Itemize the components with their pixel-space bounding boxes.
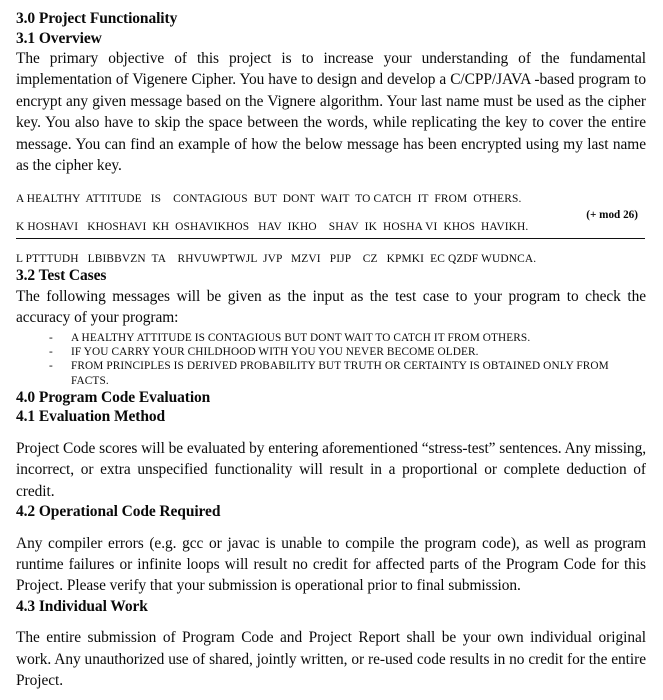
heading-4-3: 4.3 Individual Work — [16, 597, 148, 615]
paragraph-evaluation-method: Project Code scores will be evaluated by… — [16, 439, 647, 500]
paragraph-operational-code: Any compiler errors (e.g. gcc or javac i… — [16, 534, 646, 595]
cipher-ciphertext-line: L PTTTUDH LBIBBVZN TA RHVUWPTWJL JVP MZV… — [16, 253, 537, 266]
heading-3-0: 3.0 Project Functionality — [16, 10, 178, 27]
document-content: 3.0 Project Functionality 3.1 Overview T… — [16, 9, 646, 692]
test-case-text: FROM PRINCIPLES IS DERIVED PROBABILITY B… — [71, 360, 609, 387]
list-item: - IF YOU CARRY YOUR CHILDHOOD WITH YOU Y… — [32, 345, 646, 359]
cipher-example-block: A HEALTHY ATTITUDE IS CONTAGIOUS BUT DON… — [16, 192, 646, 266]
test-case-list: - A HEALTHY ATTITUDE IS CONTAGIOUS BUT D… — [16, 331, 646, 388]
list-marker: - — [49, 346, 53, 359]
list-item: - A HEALTHY ATTITUDE IS CONTAGIOUS BUT D… — [32, 331, 646, 345]
paragraph-test-cases-intro: The following messages will be given as … — [16, 287, 646, 327]
heading-4-2: 4.2 Operational Code Required — [16, 503, 221, 521]
paragraph-overview: The primary objective of this project is… — [16, 50, 646, 175]
heading-3-2: 3.2 Test Cases — [16, 267, 107, 285]
test-case-text: IF YOU CARRY YOUR CHILDHOOD WITH YOU YOU… — [71, 346, 479, 359]
list-marker: - — [49, 360, 53, 373]
heading-3-1: 3.1 Overview — [16, 29, 102, 47]
cipher-plaintext-line: A HEALTHY ATTITUDE IS CONTAGIOUS BUT DON… — [16, 193, 522, 206]
document-page: 3.0 Project Functionality 3.1 Overview T… — [0, 0, 663, 700]
cipher-key-line: K HOSHAVI KHOSHAVI KH OSHAVIKHOS HAV IKH… — [16, 221, 529, 234]
cipher-divider-rule — [16, 238, 645, 240]
list-item: - FROM PRINCIPLES IS DERIVED PROBABILITY… — [32, 359, 651, 388]
heading-4-1: 4.1 Evaluation Method — [16, 408, 166, 426]
list-marker: - — [49, 331, 53, 344]
paragraph-individual-work: The entire submission of Program Code an… — [16, 629, 646, 690]
heading-4-0: 4.0 Program Code Evaluation — [16, 388, 211, 406]
test-case-text: A HEALTHY ATTITUDE IS CONTAGIOUS BUT DON… — [71, 331, 531, 344]
cipher-operator-label: (+ mod 26) — [586, 209, 638, 222]
